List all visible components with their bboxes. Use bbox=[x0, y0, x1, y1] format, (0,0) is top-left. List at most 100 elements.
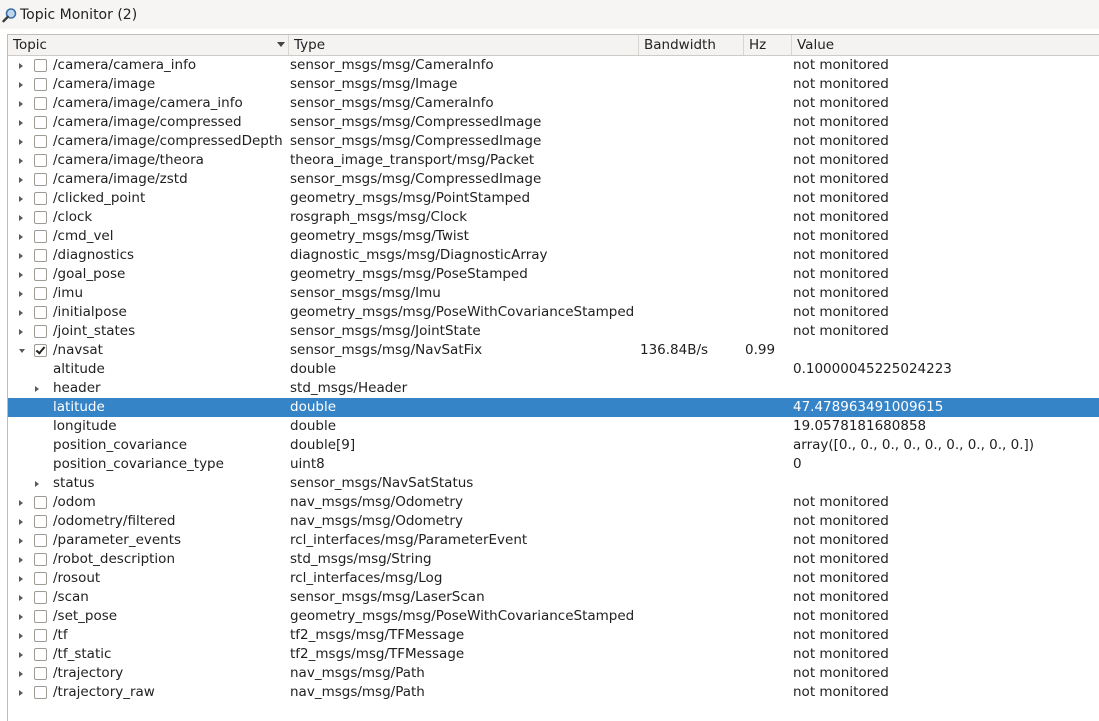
expand-arrow-right-icon[interactable] bbox=[19, 158, 23, 164]
topic-row[interactable]: /joint_states sensor_msgs/msg/JointState n… bbox=[8, 322, 1099, 341]
topic-row[interactable]: /camera/image/theora theora_image_transpo… bbox=[8, 151, 1099, 170]
monitor-checkbox[interactable] bbox=[34, 154, 47, 167]
topic-row[interactable]: /camera/image/compressedDepth sensor_msgs… bbox=[8, 132, 1099, 151]
topic-row[interactable]: /parameter_events rcl_interfaces/msg/Para… bbox=[8, 531, 1099, 550]
monitor-checkbox[interactable] bbox=[34, 249, 47, 262]
monitor-checkbox[interactable] bbox=[34, 306, 47, 319]
monitor-checkbox[interactable] bbox=[34, 268, 47, 281]
topic-tree-view[interactable]: Topic Type Bandwidth Hz Value /camera/ca… bbox=[7, 34, 1099, 721]
topic-row[interactable]: /camera/camera_info sensor_msgs/msg/Camer… bbox=[8, 56, 1099, 75]
topic-row[interactable]: /goal_pose geometry_msgs/msg/PoseStamped n… bbox=[8, 265, 1099, 284]
monitor-checkbox[interactable] bbox=[34, 78, 47, 91]
monitor-checkbox[interactable] bbox=[34, 97, 47, 110]
topic-row[interactable]: /clicked_point geometry_msgs/msg/PointSta… bbox=[8, 189, 1099, 208]
expand-arrow-right-icon[interactable] bbox=[19, 329, 23, 335]
topic-row[interactable]: /camera/image/compressed sensor_msgs/msg/… bbox=[8, 113, 1099, 132]
monitor-checkbox[interactable] bbox=[34, 667, 47, 680]
expand-arrow-right-icon[interactable] bbox=[19, 538, 23, 544]
monitor-checkbox[interactable] bbox=[34, 211, 47, 224]
monitor-checkbox[interactable] bbox=[34, 192, 47, 205]
topic-row[interactable]: /camera/image/camera_info sensor_msgs/msg… bbox=[8, 94, 1099, 113]
monitor-checkbox[interactable] bbox=[34, 553, 47, 566]
expand-arrow-right-icon[interactable] bbox=[19, 671, 23, 677]
topic-row[interactable]: /clock rosgraph_msgs/msg/Clock not monitor… bbox=[8, 208, 1099, 227]
expand-arrow-right-icon[interactable] bbox=[19, 120, 23, 126]
expand-arrow-right-icon[interactable] bbox=[35, 481, 39, 487]
column-header-topic[interactable]: Topic bbox=[8, 35, 289, 55]
topic-row[interactable]: /odometry/filtered nav_msgs/msg/Odometry n… bbox=[8, 512, 1099, 531]
expand-arrow-right-icon[interactable] bbox=[19, 690, 23, 696]
monitor-checkbox[interactable] bbox=[34, 325, 47, 338]
expand-arrow-right-icon[interactable] bbox=[19, 234, 23, 240]
topic-row[interactable]: /scan sensor_msgs/msg/LaserScan not monito… bbox=[8, 588, 1099, 607]
monitor-checkbox[interactable] bbox=[34, 515, 47, 528]
topic-row[interactable]: /robot_description std_msgs/msg/String not… bbox=[8, 550, 1099, 569]
topic-row[interactable]: /imu sensor_msgs/msg/Imu not monitored bbox=[8, 284, 1099, 303]
monitor-checkbox[interactable] bbox=[34, 534, 47, 547]
monitor-checkbox[interactable] bbox=[34, 59, 47, 72]
monitor-checkbox[interactable] bbox=[34, 135, 47, 148]
expand-arrow-right-icon[interactable] bbox=[19, 215, 23, 221]
expand-arrow-right-icon[interactable] bbox=[19, 196, 23, 202]
topic-row[interactable]: /set_pose geometry_msgs/msg/PoseWithCovar… bbox=[8, 607, 1099, 626]
monitor-checkbox[interactable] bbox=[34, 116, 47, 129]
field-row[interactable]: header std_msgs/Header bbox=[8, 379, 1099, 398]
monitor-checkbox[interactable] bbox=[34, 648, 47, 661]
expand-arrow-right-icon[interactable] bbox=[19, 652, 23, 658]
topic-row[interactable]: /camera/image/zstd sensor_msgs/msg/Compre… bbox=[8, 170, 1099, 189]
column-header-value[interactable]: Value bbox=[792, 35, 1099, 55]
field-row[interactable]: status sensor_msgs/NavSatStatus bbox=[8, 474, 1099, 493]
expand-arrow-right-icon[interactable] bbox=[19, 253, 23, 259]
expand-arrow-right-icon[interactable] bbox=[19, 500, 23, 506]
hz-cell bbox=[744, 645, 792, 664]
topic-row[interactable]: /trajectory_raw nav_msgs/msg/Path not moni… bbox=[8, 683, 1099, 702]
topic-row[interactable]: /diagnostics diagnostic_msgs/msg/Diagnost… bbox=[8, 246, 1099, 265]
field-row[interactable]: altitude double 0.10000045225024223 bbox=[8, 360, 1099, 379]
topic-row[interactable]: /initialpose geometry_msgs/msg/PoseWithCo… bbox=[8, 303, 1099, 322]
expand-arrow-right-icon[interactable] bbox=[19, 63, 23, 69]
monitor-checkbox[interactable] bbox=[34, 591, 47, 604]
monitor-checkbox[interactable] bbox=[34, 610, 47, 623]
field-row[interactable]: position_covariance double[9] array([0., 0… bbox=[8, 436, 1099, 455]
expand-arrow-right-icon[interactable] bbox=[19, 272, 23, 278]
monitor-checkbox[interactable] bbox=[34, 287, 47, 300]
monitor-checkbox[interactable] bbox=[34, 344, 47, 357]
expand-arrow-right-icon[interactable] bbox=[19, 633, 23, 639]
topic-row[interactable]: /tf tf2_msgs/msg/TFMessage not monitored bbox=[8, 626, 1099, 645]
field-row[interactable]: longitude double 19.0578181680858 bbox=[8, 417, 1099, 436]
bandwidth-cell bbox=[639, 227, 744, 246]
expand-arrow-right-icon[interactable] bbox=[19, 576, 23, 582]
topic-row[interactable]: /navsat sensor_msgs/msg/NavSatFix 136.84B/… bbox=[8, 341, 1099, 360]
topic-row[interactable]: /rosout rcl_interfaces/msg/Log not monitor… bbox=[8, 569, 1099, 588]
monitor-checkbox[interactable] bbox=[34, 629, 47, 642]
expand-arrow-right-icon[interactable] bbox=[19, 139, 23, 145]
expand-arrow-down-icon[interactable] bbox=[19, 349, 25, 353]
field-row[interactable]: latitude double 47.478963491009615 bbox=[8, 398, 1099, 417]
column-header-type[interactable]: Type bbox=[289, 35, 639, 55]
value-cell: 19.0578181680858 bbox=[793, 418, 927, 434]
expand-arrow-right-icon[interactable] bbox=[19, 177, 23, 183]
expand-arrow-right-icon[interactable] bbox=[19, 82, 23, 88]
expand-arrow-right-icon[interactable] bbox=[19, 614, 23, 620]
field-row[interactable]: position_covariance_type uint8 0 bbox=[8, 455, 1099, 474]
monitor-checkbox[interactable] bbox=[34, 572, 47, 585]
column-header-hz[interactable]: Hz bbox=[744, 35, 792, 55]
topic-cell: /goal_pose bbox=[8, 265, 289, 284]
monitor-checkbox[interactable] bbox=[34, 173, 47, 186]
column-header-bandwidth[interactable]: Bandwidth bbox=[639, 35, 744, 55]
topic-row[interactable]: /trajectory nav_msgs/msg/Path not monitore… bbox=[8, 664, 1099, 683]
expand-arrow-right-icon[interactable] bbox=[35, 386, 39, 392]
expand-arrow-right-icon[interactable] bbox=[19, 519, 23, 525]
expand-arrow-right-icon[interactable] bbox=[19, 291, 23, 297]
topic-row[interactable]: /odom nav_msgs/msg/Odometry not monitored bbox=[8, 493, 1099, 512]
monitor-checkbox[interactable] bbox=[34, 230, 47, 243]
expand-arrow-right-icon[interactable] bbox=[19, 557, 23, 563]
topic-row[interactable]: /cmd_vel geometry_msgs/msg/Twist not monit… bbox=[8, 227, 1099, 246]
expand-arrow-right-icon[interactable] bbox=[19, 101, 23, 107]
topic-row[interactable]: /tf_static tf2_msgs/msg/TFMessage not moni… bbox=[8, 645, 1099, 664]
monitor-checkbox[interactable] bbox=[34, 496, 47, 509]
expand-arrow-right-icon[interactable] bbox=[19, 310, 23, 316]
monitor-checkbox[interactable] bbox=[34, 686, 47, 699]
expand-arrow-right-icon[interactable] bbox=[19, 595, 23, 601]
topic-row[interactable]: /camera/image sensor_msgs/msg/Image not mo… bbox=[8, 75, 1099, 94]
